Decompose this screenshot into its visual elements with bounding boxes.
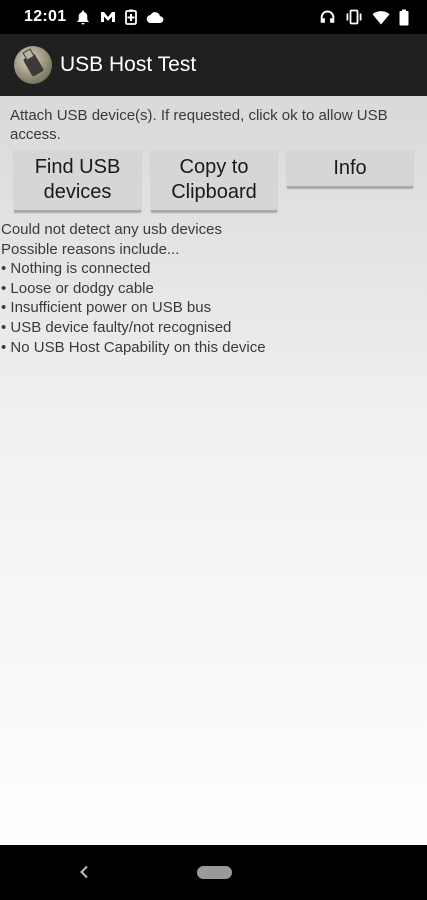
headphones-icon — [319, 9, 336, 25]
battery-saver-icon — [125, 9, 138, 25]
notification-bell-icon — [75, 9, 91, 25]
status-bar-left: 12:01 — [24, 8, 164, 26]
copy-to-clipboard-button[interactable]: Copy to Clipboard — [151, 150, 277, 212]
usb-plug-icon — [14, 46, 52, 84]
back-chevron-icon[interactable] — [74, 862, 94, 882]
log-line: • Loose or dodgy cable — [1, 279, 154, 297]
battery-icon — [399, 9, 409, 26]
status-time: 12:01 — [24, 8, 67, 25]
status-bar-right — [319, 9, 409, 26]
log-line: • Nothing is connected — [1, 260, 151, 278]
wifi-icon — [372, 10, 390, 25]
vibrate-icon — [345, 9, 363, 25]
home-pill-icon[interactable] — [197, 866, 232, 879]
cloud-icon — [146, 11, 164, 24]
find-usb-devices-label: Find USB devices — [34, 156, 121, 203]
info-label: Info — [333, 156, 367, 179]
log-line: • Insufficient power on USB bus — [1, 299, 212, 317]
log-line: • USB device faulty/not recognised — [1, 318, 232, 336]
email-icon — [100, 10, 116, 24]
main-content: Attach USB device(s). If requested, clic… — [0, 96, 427, 845]
info-button[interactable]: Info — [287, 150, 413, 188]
log-line: Possible reasons include... — [1, 240, 180, 258]
navigation-bar — [0, 845, 427, 900]
log-line: Could not detect any usb devices — [1, 221, 222, 238]
status-bar: 12:01 — [0, 0, 427, 34]
results-log: Could not detect any usb devices Possibl… — [1, 220, 421, 357]
log-line: • No USB Host Capability on this device — [1, 338, 266, 356]
find-usb-devices-button[interactable]: Find USB devices — [14, 150, 141, 212]
instructions-text: Attach USB device(s). If requested, clic… — [10, 107, 388, 143]
app-title: USB Host Test — [60, 53, 197, 76]
copy-to-clipboard-label: Copy to Clipboard — [171, 156, 257, 203]
app-bar: USB Host Test — [0, 34, 427, 96]
